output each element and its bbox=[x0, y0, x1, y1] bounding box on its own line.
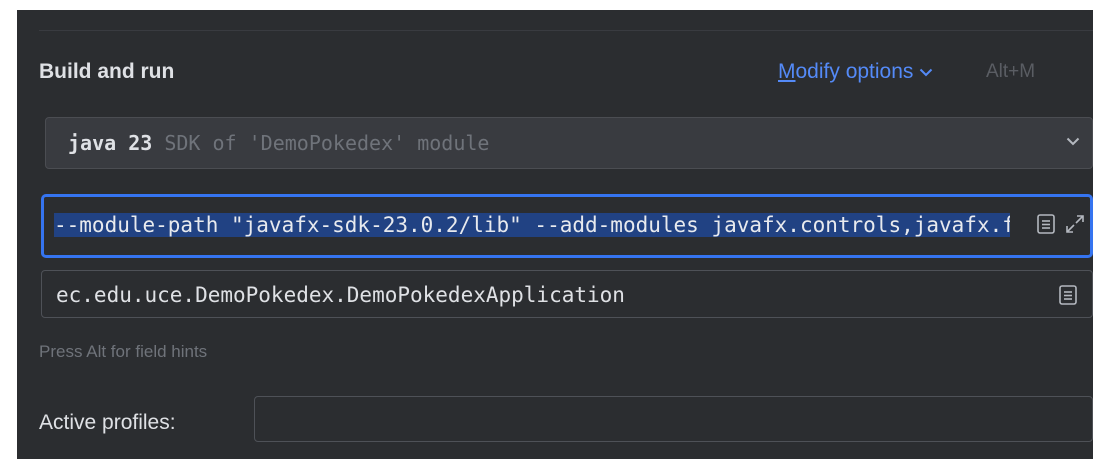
chevron-down-icon[interactable] bbox=[1066, 137, 1080, 146]
modify-options-label: odify options bbox=[795, 60, 914, 83]
sdk-name: java 23 bbox=[68, 131, 153, 155]
modify-options-shortcut: Alt+M bbox=[986, 61, 1036, 82]
vm-options-field[interactable]: --module-path "javafx-sdk-23.0.2/lib" --… bbox=[41, 194, 1093, 258]
expand-icon[interactable] bbox=[1064, 213, 1086, 235]
divider bbox=[39, 30, 1093, 31]
chevron-down-icon bbox=[919, 68, 933, 77]
sdk-select-text: java 23 SDK of 'DemoPokedex' module bbox=[68, 131, 489, 155]
vm-options-icons bbox=[1036, 213, 1086, 235]
modify-options-mnemonic: M bbox=[778, 60, 796, 83]
vm-options-text: --module-path "javafx-sdk-23.0.2/lib" --… bbox=[54, 213, 1010, 237]
sdk-select[interactable]: java 23 SDK of 'DemoPokedex' module bbox=[45, 117, 1093, 169]
field-hint: Press Alt for field hints bbox=[39, 342, 208, 361]
section-title: Build and run bbox=[39, 60, 175, 83]
sdk-hint: SDK of 'DemoPokedex' module bbox=[164, 131, 490, 155]
run-configuration-panel: Build and run Modify options Alt+M java … bbox=[17, 10, 1093, 459]
list-icon[interactable] bbox=[1036, 213, 1056, 235]
modify-options-link[interactable]: Modify options bbox=[778, 60, 933, 84]
vm-options-input[interactable]: --module-path "javafx-sdk-23.0.2/lib" --… bbox=[54, 211, 1010, 239]
active-profiles-input[interactable] bbox=[254, 396, 1093, 442]
list-icon[interactable] bbox=[1058, 284, 1078, 306]
active-profiles-label: Active profiles: bbox=[39, 411, 176, 434]
main-class-field[interactable]: ec.edu.uce.DemoPokedex.DemoPokedexApplic… bbox=[41, 270, 1093, 318]
main-class-text: ec.edu.uce.DemoPokedex.DemoPokedexApplic… bbox=[56, 283, 625, 307]
